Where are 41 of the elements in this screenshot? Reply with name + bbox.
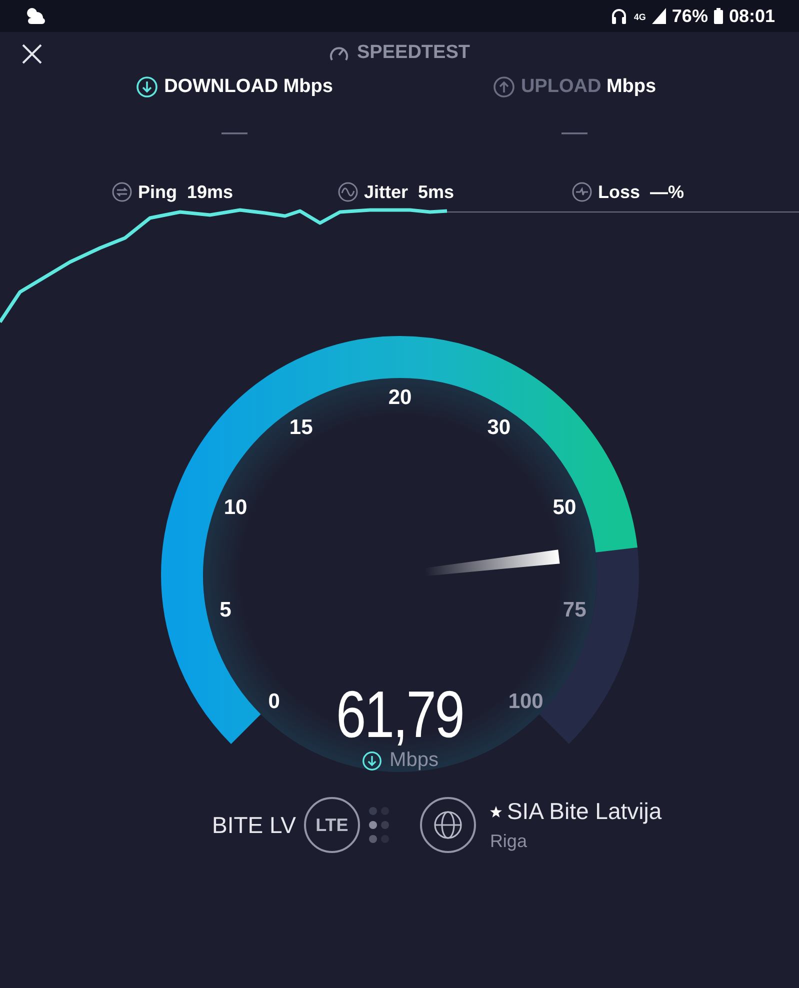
result-value: —	[222, 116, 248, 147]
gauge-tick: 0	[268, 690, 280, 713]
ping-icon	[112, 182, 132, 202]
gauge-tick: 15	[289, 416, 313, 439]
gauge-tick: 50	[552, 496, 576, 519]
metric-label: Loss	[598, 182, 640, 202]
close-icon[interactable]	[22, 44, 42, 64]
battery-level: 76%	[672, 6, 708, 26]
speed-unit: Mbps	[390, 749, 438, 772]
result-tab[interactable]: DOWNLOAD Mbps	[132, 74, 337, 100]
gauge-tick: 30	[487, 416, 511, 439]
gauge-tick: 20	[388, 386, 412, 409]
battery-icon	[714, 8, 723, 24]
gauge-tick: 5	[220, 598, 232, 622]
metric-value: —%	[650, 182, 684, 202]
gauge-tick: 100	[508, 690, 544, 713]
loss-icon	[572, 182, 592, 202]
server-button[interactable]	[420, 797, 476, 853]
isp-name: BITE LV	[212, 812, 296, 838]
speed-reading: 61,79	[336, 681, 464, 747]
metric-value: 5ms	[418, 182, 454, 202]
server-location: Riga	[490, 831, 528, 852]
metric-label: Ping	[138, 182, 177, 202]
result-value: —	[562, 116, 588, 147]
connections-icon	[368, 806, 390, 844]
weather-icon	[24, 6, 48, 26]
metric-label: Jitter	[364, 182, 408, 202]
globe-icon	[432, 810, 463, 840]
speedometer-icon	[329, 44, 349, 62]
jitter-icon	[338, 182, 358, 202]
gauge-tick: 10	[224, 496, 248, 519]
clock-time: 08:01	[728, 6, 775, 26]
signal-icon	[652, 8, 666, 24]
metric-value: 19ms	[187, 182, 234, 202]
network-badge: LTE	[304, 797, 360, 853]
headphones-icon	[610, 7, 628, 25]
network-type: 4G	[634, 12, 646, 22]
gauge-tick: 75	[562, 598, 586, 622]
result-tab[interactable]: UPLOAD Mbps	[488, 74, 660, 100]
app-title: SPEEDTEST	[357, 42, 470, 64]
server-name: SIA Bite Latvija	[506, 798, 662, 825]
